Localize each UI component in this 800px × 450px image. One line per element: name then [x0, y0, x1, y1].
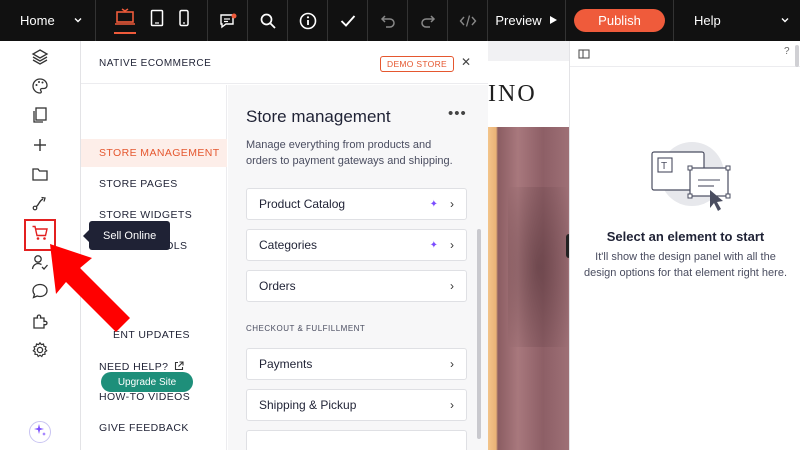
checkmark-icon	[340, 14, 356, 28]
nav-label: STORE MANAGEMENT	[99, 147, 220, 159]
pages-icon	[31, 106, 49, 129]
more-options-icon[interactable]: •••	[448, 105, 467, 122]
tablet-icon[interactable]	[150, 9, 164, 32]
settings-button[interactable]	[28, 340, 52, 364]
undo-button[interactable]	[368, 0, 408, 41]
gear-icon	[31, 341, 49, 364]
next-card[interactable]	[246, 430, 467, 450]
site-canvas[interactable]: INO	[488, 41, 569, 450]
card-label: Shipping & Pickup	[259, 398, 357, 412]
product-catalog-card[interactable]: Product Catalog ✦ ›	[246, 188, 467, 220]
store-management-content: Store management ••• Manage everything f…	[228, 85, 488, 450]
mobile-icon[interactable]	[178, 9, 190, 32]
site-info-button[interactable]	[288, 0, 328, 41]
comments-icon	[219, 13, 237, 29]
page-selector[interactable]: Home	[0, 0, 96, 41]
content-description: Manage everything from products and orde…	[246, 139, 453, 167]
path-icon	[31, 194, 49, 217]
chevron-down-icon	[780, 13, 790, 28]
search-button[interactable]	[248, 0, 288, 41]
undo-icon	[380, 14, 396, 28]
help-label: Help	[694, 13, 721, 28]
inspector-header: ?	[570, 41, 800, 67]
nav-label: GIVE FEEDBACK	[99, 422, 189, 434]
preview-label: Preview	[495, 13, 542, 28]
chevron-right-icon: ›	[450, 279, 454, 293]
card-label: Product Catalog	[259, 197, 346, 211]
panel-toggle-icon[interactable]	[578, 47, 590, 65]
ai-assistant-button[interactable]	[29, 421, 51, 443]
svg-text:T: T	[661, 161, 667, 172]
inspector-empty-description: It'll show the design panel with all the…	[583, 251, 787, 279]
publish-area: Publish	[566, 0, 674, 41]
chevron-right-icon: ›	[450, 238, 454, 252]
canvas-top-strip	[488, 41, 569, 61]
panel-title: NATIVE ECOMMERCE	[99, 58, 212, 69]
redo-icon	[420, 14, 436, 28]
orders-card[interactable]: Orders ›	[246, 270, 467, 302]
desktop-icon[interactable]	[113, 7, 136, 34]
chevron-right-icon: ›	[450, 357, 454, 371]
inspector-panel: ? T Select an element to start It'll sho…	[569, 41, 800, 450]
nav-label: HOW-TO VIDEOS	[99, 391, 191, 403]
page-selector-label: Home	[20, 13, 55, 28]
help-icon[interactable]: ?	[784, 46, 790, 57]
dev-mode-button[interactable]	[448, 0, 488, 41]
interactions-button[interactable]	[28, 193, 52, 217]
inspector-empty-title: Select an element to start	[606, 229, 765, 244]
red-arrow-annotation	[50, 244, 130, 332]
demo-store-badge[interactable]: DEMO STORE	[380, 56, 454, 72]
site-hero-image[interactable]	[488, 127, 569, 450]
media-button[interactable]	[28, 164, 52, 188]
upgrade-site-button[interactable]: Upgrade Site	[101, 372, 193, 392]
ai-sparkle-icon: ✦	[429, 198, 438, 210]
scrollbar[interactable]	[795, 45, 799, 67]
chevron-right-icon: ›	[450, 398, 454, 412]
info-icon	[299, 12, 317, 30]
categories-card[interactable]: Categories ✦ ›	[246, 229, 467, 261]
redo-button[interactable]	[408, 0, 448, 41]
pages-button[interactable]	[28, 105, 52, 129]
play-icon	[548, 13, 558, 28]
card-label: Payments	[259, 357, 313, 371]
ai-sparkle-icon: ✦	[429, 239, 438, 251]
scrollbar[interactable]	[477, 229, 481, 439]
nav-label: STORE PAGES	[99, 178, 178, 190]
preview-button[interactable]: Preview	[488, 0, 566, 41]
design-button[interactable]	[28, 76, 52, 100]
nav-store-pages[interactable]: STORE PAGES	[81, 170, 227, 198]
code-icon	[459, 14, 477, 28]
close-icon[interactable]: ✕	[461, 55, 471, 69]
publish-button[interactable]: Publish	[574, 9, 665, 32]
select-element-illustration: T	[651, 142, 731, 211]
sparkle-icon	[33, 423, 47, 442]
plus-icon	[31, 136, 49, 159]
layers-icon	[31, 48, 49, 71]
card-label: Categories	[259, 238, 318, 252]
site-heading[interactable]: INO	[488, 81, 537, 108]
chevron-right-icon: ›	[450, 197, 454, 211]
content-title: Store management	[246, 107, 391, 126]
layers-button[interactable]	[28, 47, 52, 71]
payments-card[interactable]: Payments ›	[246, 348, 467, 380]
checklist-button[interactable]	[328, 0, 368, 41]
shipping-pickup-card[interactable]: Shipping & Pickup ›	[246, 389, 467, 421]
top-toolbar: Home Preview Publish Help	[0, 0, 800, 41]
device-switcher	[96, 0, 208, 41]
nav-store-management[interactable]: STORE MANAGEMENT	[81, 139, 227, 167]
section-label-checkout: CHECKOUT & FULFILLMENT	[246, 324, 366, 333]
folder-icon	[31, 165, 49, 188]
palette-icon	[31, 77, 49, 100]
nav-give-feedback[interactable]: GIVE FEEDBACK	[81, 414, 227, 442]
chevron-down-icon	[73, 13, 83, 28]
search-icon	[259, 12, 277, 30]
panel-header: NATIVE ECOMMERCE DEMO STORE ✕	[81, 41, 488, 84]
add-elements-button[interactable]	[28, 135, 52, 159]
comments-button[interactable]	[208, 0, 248, 41]
help-menu[interactable]: Help	[674, 0, 800, 41]
nav-label: STORE WIDGETS	[99, 209, 193, 221]
card-label: Orders	[259, 279, 296, 293]
